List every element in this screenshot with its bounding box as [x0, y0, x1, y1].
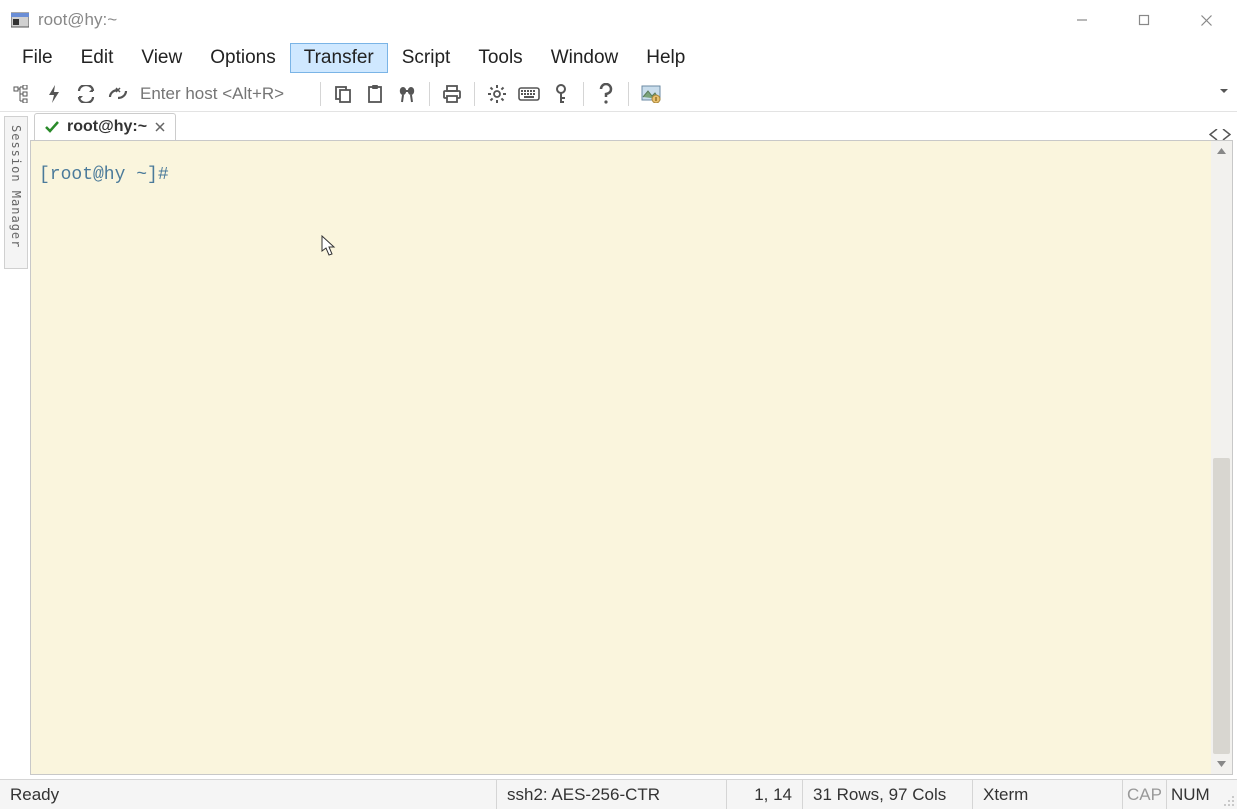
status-dimensions: 31 Rows, 97 Cols — [803, 780, 973, 809]
menu-edit[interactable]: Edit — [67, 43, 128, 73]
terminal-prompt: [root@hy ~]# — [39, 165, 169, 185]
quick-connect-icon[interactable] — [40, 80, 68, 108]
toolbar-sep — [583, 82, 584, 106]
window-controls — [1051, 0, 1237, 40]
disconnect-icon[interactable] — [104, 80, 132, 108]
connected-check-icon — [45, 120, 59, 134]
session-tab[interactable]: root@hy:~ — [34, 113, 176, 140]
menu-window[interactable]: Window — [537, 43, 633, 73]
status-cursor: 1, 14 — [727, 780, 803, 809]
status-num: NUM — [1167, 780, 1219, 809]
status-termtype: Xterm — [973, 780, 1123, 809]
screenshot-icon[interactable] — [637, 80, 665, 108]
app-icon — [10, 10, 30, 30]
tab-next-icon[interactable] — [1222, 129, 1231, 140]
scroll-thumb[interactable] — [1213, 458, 1230, 755]
session-area: root@hy:~ [root@hy ~]# — [30, 112, 1237, 779]
menu-transfer[interactable]: Transfer — [290, 43, 388, 73]
menu-tools[interactable]: Tools — [464, 43, 536, 73]
close-button[interactable] — [1175, 0, 1237, 40]
main-area: Session Manager root@hy:~ [root@hy ~]# — [0, 112, 1237, 779]
toolbar — [0, 76, 1237, 112]
session-manager-panel[interactable]: Session Manager — [4, 116, 28, 269]
status-cap: CAP — [1123, 780, 1167, 809]
scroll-track[interactable] — [1211, 161, 1232, 754]
scroll-down-icon[interactable] — [1211, 754, 1232, 774]
print-icon[interactable] — [438, 80, 466, 108]
menu-file[interactable]: File — [8, 43, 67, 73]
session-tree-icon[interactable] — [8, 80, 36, 108]
settings-icon[interactable] — [483, 80, 511, 108]
toolbar-sep — [320, 82, 321, 106]
status-bar: Ready ssh2: AES-256-CTR 1, 14 31 Rows, 9… — [0, 779, 1237, 809]
menu-bar: File Edit View Options Transfer Script T… — [0, 40, 1237, 76]
key-icon[interactable] — [547, 80, 575, 108]
reconnect-icon[interactable] — [72, 80, 100, 108]
title-bar: root@hy:~ — [0, 0, 1237, 40]
toolbar-sep — [474, 82, 475, 106]
tab-close-icon[interactable] — [155, 122, 165, 132]
resize-grip-icon[interactable] — [1219, 780, 1237, 809]
minimize-button[interactable] — [1051, 0, 1113, 40]
paste-icon[interactable] — [361, 80, 389, 108]
status-ready: Ready — [0, 780, 497, 809]
toolbar-sep — [429, 82, 430, 106]
tab-bar: root@hy:~ — [30, 112, 1237, 140]
host-input[interactable] — [134, 82, 314, 106]
menu-options[interactable]: Options — [196, 43, 289, 73]
keyboard-icon[interactable] — [515, 80, 543, 108]
status-protocol: ssh2: AES-256-CTR — [497, 780, 727, 809]
menu-view[interactable]: View — [127, 43, 196, 73]
cursor-icon — [321, 195, 429, 297]
find-icon[interactable] — [393, 80, 421, 108]
terminal-container: [root@hy ~]# — [30, 140, 1233, 775]
help-icon[interactable] — [592, 80, 620, 108]
copy-icon[interactable] — [329, 80, 357, 108]
toolbar-sep — [628, 82, 629, 106]
tab-nav — [1209, 129, 1237, 140]
window-title: root@hy:~ — [38, 10, 1051, 30]
tab-prev-icon[interactable] — [1209, 129, 1218, 140]
toolbar-overflow-icon[interactable] — [1217, 89, 1231, 98]
scroll-up-icon[interactable] — [1211, 141, 1232, 161]
tab-label: root@hy:~ — [67, 118, 147, 136]
maximize-button[interactable] — [1113, 0, 1175, 40]
terminal[interactable]: [root@hy ~]# — [31, 141, 1211, 774]
menu-script[interactable]: Script — [388, 43, 465, 73]
session-manager-label: Session Manager — [9, 125, 23, 248]
scrollbar[interactable] — [1211, 141, 1232, 774]
menu-help[interactable]: Help — [632, 43, 699, 73]
